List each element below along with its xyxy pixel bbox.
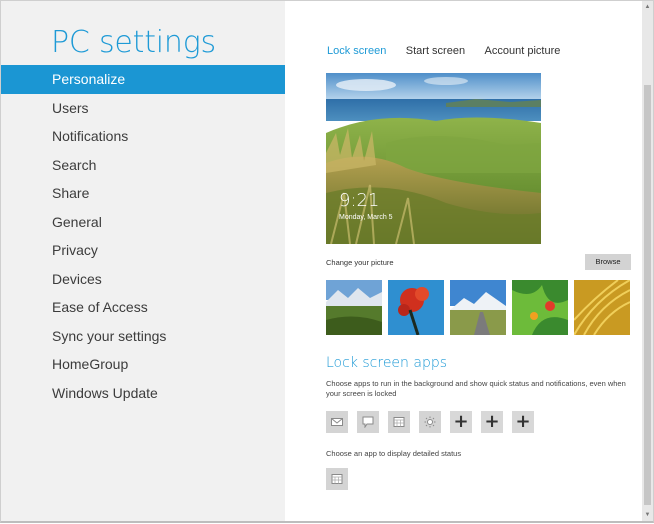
mail-icon — [331, 418, 343, 426]
pc-settings-window: PC settings Personalize Users Notificati… — [0, 0, 654, 523]
calendar-icon — [331, 474, 343, 484]
lock-screen-apps-description: Choose apps to run in the background and… — [326, 379, 626, 398]
add-lock-app-button[interactable]: + — [512, 411, 534, 433]
personalize-content: Lock screen Start screen Account picture — [286, 1, 641, 521]
detailed-status-calendar-slot[interactable] — [326, 468, 348, 490]
personalize-tabs: Lock screen Start screen Account picture — [327, 41, 575, 59]
picture-thumbnail-mountain-valley[interactable] — [326, 280, 382, 335]
tab-start-screen[interactable]: Start screen — [406, 45, 465, 57]
nav-item-sync-settings[interactable]: Sync your settings — [1, 322, 285, 351]
add-lock-app-button[interactable]: + — [450, 411, 472, 433]
nav-item-devices[interactable]: Devices — [1, 265, 285, 294]
lock-app-slot-weather[interactable] — [419, 411, 441, 433]
scroll-down-arrow-icon[interactable]: ▼ — [642, 509, 653, 521]
nav-item-privacy[interactable]: Privacy — [1, 236, 285, 265]
lock-app-slot-messaging[interactable] — [357, 411, 379, 433]
add-lock-app-button[interactable]: + — [481, 411, 503, 433]
messaging-icon — [362, 416, 374, 428]
nav-item-ease-of-access[interactable]: Ease of Access — [1, 293, 285, 322]
scrollbar-thumb[interactable] — [644, 85, 651, 505]
browse-button[interactable]: Browse — [585, 254, 631, 270]
vertical-scrollbar[interactable]: ▲ ▼ — [642, 1, 653, 521]
preview-date: Monday, March 5 — [339, 214, 393, 221]
settings-category-list: Personalize Users Notifications Search S… — [1, 65, 285, 407]
nav-item-windows-update[interactable]: Windows Update — [1, 379, 285, 408]
calendar-icon — [393, 417, 405, 427]
page-title: PC settings — [51, 25, 216, 60]
tab-account-picture[interactable]: Account picture — [485, 45, 561, 57]
scroll-up-arrow-icon[interactable]: ▲ — [642, 1, 653, 13]
picture-thumbnail-red-flower[interactable] — [388, 280, 444, 335]
change-picture-label: Change your picture — [326, 258, 394, 267]
settings-nav-pane: PC settings Personalize Users Notificati… — [1, 1, 285, 521]
plus-icon: + — [484, 411, 500, 432]
preview-clock: 9:21 — [339, 190, 380, 211]
nav-item-homegroup[interactable]: HomeGroup — [1, 350, 285, 379]
nav-item-general[interactable]: General — [1, 208, 285, 237]
detailed-status-description: Choose an app to display detailed status — [326, 449, 462, 458]
lock-screen-preview: 9:21 Monday, March 5 — [326, 73, 541, 244]
tab-lock-screen[interactable]: Lock screen — [327, 45, 386, 57]
plus-icon: + — [453, 411, 469, 432]
lock-app-slot-mail[interactable] — [326, 411, 348, 433]
nav-item-share[interactable]: Share — [1, 179, 285, 208]
picture-thumbnail-golden-grass[interactable] — [574, 280, 630, 335]
nav-item-users[interactable]: Users — [1, 94, 285, 123]
nav-item-notifications[interactable]: Notifications — [1, 122, 285, 151]
picture-thumbnail-mountain-road[interactable] — [450, 280, 506, 335]
lock-app-slot-calendar[interactable] — [388, 411, 410, 433]
lock-screen-apps-heading: Lock screen apps — [326, 355, 448, 371]
nav-item-personalize[interactable]: Personalize — [1, 65, 285, 94]
picture-thumbnail-tropical-leaves[interactable] — [512, 280, 568, 335]
plus-icon: + — [515, 411, 531, 432]
nav-item-search[interactable]: Search — [1, 151, 285, 180]
weather-icon — [424, 416, 436, 428]
